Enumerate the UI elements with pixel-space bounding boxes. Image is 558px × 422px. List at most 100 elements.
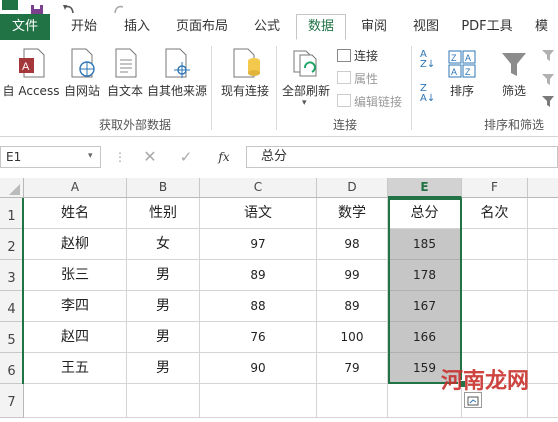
row-header[interactable]: 3 [0,260,24,291]
cell-a6[interactable]: 王五 [24,353,127,384]
insert-function-button[interactable]: fx [211,148,237,166]
column-header-f[interactable]: F [462,178,528,198]
cell-g4[interactable] [528,291,558,322]
tab-truncated[interactable]: 模 [525,14,558,40]
cell-f1[interactable]: 名次 [462,198,528,229]
row-header[interactable]: 4 [0,291,24,322]
from-web-button[interactable]: 自网站 [60,82,104,99]
cell-d4[interactable]: 89 [317,291,388,322]
tab-pdf-tools[interactable]: PDF工具 [455,14,519,40]
watermark: 河南龙网 [440,369,529,394]
cell-c6[interactable]: 90 [200,353,317,384]
cell-g1[interactable] [528,198,558,229]
svg-text:A: A [465,53,471,63]
cell-a3[interactable]: 张三 [24,260,127,291]
column-header-g[interactable] [528,178,558,198]
cell-f5[interactable] [462,322,528,353]
row-header[interactable]: 2 [0,229,24,260]
clear-filter-icon[interactable] [541,48,558,62]
tab-home[interactable]: 开始 [58,14,110,40]
enter-check-icon[interactable]: ✓ [176,147,196,167]
cell-f4[interactable] [462,291,528,322]
advanced-filter-icon[interactable] [541,94,558,108]
cell-d1[interactable]: 数学 [317,198,388,229]
tab-insert[interactable]: 插入 [113,14,161,40]
properties-icon [337,71,351,84]
cell-d3[interactable]: 99 [317,260,388,291]
cancel-icon[interactable]: ✕ [140,147,160,167]
filter-button[interactable]: 筛选 [494,82,534,99]
column-header-b[interactable]: B [127,178,200,198]
sort-button[interactable]: 排序 [444,82,480,99]
select-all-corner[interactable] [0,178,24,198]
group-separator [276,46,277,130]
tab-data[interactable]: 数据 [296,14,346,40]
tab-view[interactable]: 视图 [403,14,449,40]
existing-connections-button[interactable]: 现有连接 [216,82,274,99]
from-other-sources-button[interactable]: 自其他来源 [146,82,208,99]
svg-text:Z: Z [451,53,457,63]
cell-b4[interactable]: 男 [127,291,200,322]
cell-b5[interactable]: 男 [127,322,200,353]
column-header-e-selected[interactable]: E [388,178,462,198]
cell-d2[interactable]: 98 [317,229,388,260]
reapply-filter-icon[interactable] [541,72,558,86]
row-header[interactable]: 7 [0,384,24,418]
cell-c3[interactable]: 89 [200,260,317,291]
selection-border [388,198,462,384]
column-header-a[interactable]: A [24,178,127,198]
cell-c4[interactable]: 88 [200,291,317,322]
cell-b3[interactable]: 男 [127,260,200,291]
cell-b6[interactable]: 男 [127,353,200,384]
sort-icon: ZAAZ [448,50,476,78]
tab-page-layout[interactable]: 页面布局 [167,14,237,40]
cell-b1[interactable]: 性别 [127,198,200,229]
cell-a5[interactable]: 赵四 [24,322,127,353]
cell-d6[interactable]: 79 [317,353,388,384]
cell-c1[interactable]: 语文 [200,198,317,229]
from-access-button[interactable]: 自 Access [0,82,62,99]
connections-button[interactable]: 连接 [354,47,378,64]
cell-c7[interactable] [200,384,317,418]
cell-d7[interactable] [317,384,388,418]
row-header[interactable]: 6 [0,353,24,384]
cell-a2[interactable]: 赵柳 [24,229,127,260]
group-label-sort-filter: 排序和筛选 [483,118,544,132]
cell-c2[interactable]: 97 [200,229,317,260]
refresh-all-button[interactable]: 全部刷新 [280,82,332,99]
cell-a1[interactable]: 姓名 [24,198,127,229]
save-icon[interactable] [30,0,44,15]
cell-c5[interactable]: 76 [200,322,317,353]
column-header-d[interactable]: D [317,178,388,198]
web-icon [68,48,98,78]
cell-g5[interactable] [528,322,558,353]
excel-logo-icon [2,0,18,10]
formula-input[interactable]: 总分 [246,146,558,168]
tab-formulas[interactable]: 公式 [242,14,292,40]
name-box[interactable]: E1 [0,146,101,168]
cell-f2[interactable] [462,229,528,260]
tab-file[interactable]: 文件 [0,14,50,40]
chevron-down-icon[interactable]: ▾ [88,151,93,161]
properties-button[interactable]: 属性 [354,70,378,87]
chevron-down-icon[interactable]: ▾ [302,98,307,108]
cell-g3[interactable] [528,260,558,291]
cell-b2[interactable]: 女 [127,229,200,260]
column-header-c[interactable]: C [200,178,317,198]
cell-f3[interactable] [462,260,528,291]
edit-links-button[interactable]: 编辑链接 [354,93,402,110]
cell-a4[interactable]: 李四 [24,291,127,322]
cell-b7[interactable] [127,384,200,418]
cell-g2[interactable] [528,229,558,260]
row-header[interactable]: 1 [0,198,24,229]
cell-a7[interactable] [24,384,127,418]
undo-icon[interactable] [62,0,76,14]
cell-d5[interactable]: 100 [317,322,388,353]
sort-descending-icon[interactable]: Z A↓ [420,84,435,104]
from-text-button[interactable]: 自文本 [103,82,147,99]
sort-ascending-icon[interactable]: A Z↓ [420,50,435,70]
group-label-external-data: 获取外部数据 [98,118,171,132]
row-header[interactable]: 5 [0,322,24,353]
redo-icon[interactable] [112,0,126,14]
tab-review[interactable]: 审阅 [350,14,398,40]
